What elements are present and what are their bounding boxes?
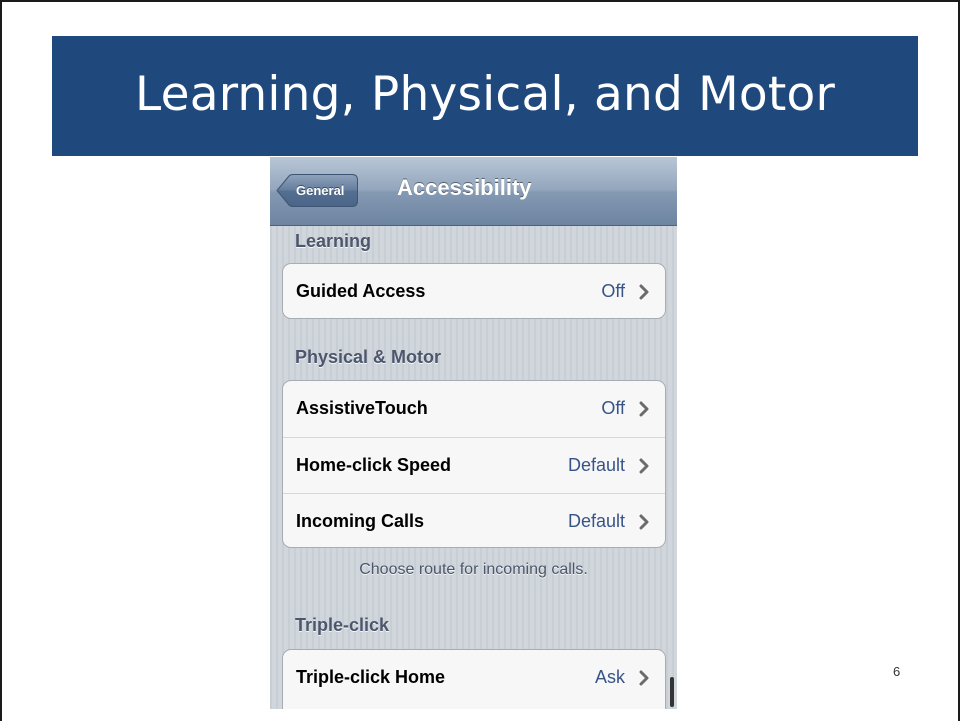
group-learning: Guided Access Off: [282, 263, 666, 319]
page-number: 6: [893, 664, 901, 679]
row-value: Off: [601, 281, 625, 301]
section-footer-note: Choose route for incoming calls.: [359, 561, 588, 578]
section-header-learning: Learning: [295, 231, 372, 251]
row-home-click-speed[interactable]: Home-click Speed Default: [283, 437, 665, 493]
nav-title: Accessibility: [397, 175, 532, 200]
title-banner: Learning, Physical, and Motor: [52, 36, 918, 156]
row-triple-click-home[interactable]: Triple-click Home Ask: [283, 650, 665, 706]
back-button-label: General: [296, 183, 345, 198]
row-value: Ask: [594, 667, 625, 687]
slide: Learning, Physical, and Motor General Ac…: [0, 0, 960, 721]
navigation-bar: General Accessibility: [270, 157, 677, 226]
row-label: Incoming Calls: [296, 511, 425, 531]
scrollbar[interactable]: [670, 677, 674, 707]
chevron-right-icon: [639, 670, 649, 686]
row-label: Guided Access: [296, 281, 426, 301]
row-assistivetouch[interactable]: AssistiveTouch Off: [283, 381, 665, 437]
phone-screenshot: General Accessibility Learning Guided Ac…: [270, 157, 677, 709]
chevron-right-icon: [639, 514, 649, 530]
row-value: Off: [601, 398, 625, 418]
back-button-general[interactable]: General: [276, 174, 358, 207]
row-incoming-calls[interactable]: Incoming Calls Default: [283, 493, 665, 547]
section-header-triple-click: Triple-click: [295, 615, 390, 635]
row-label: Triple-click Home: [296, 667, 446, 687]
row-label: Home-click Speed: [296, 455, 452, 475]
row-value: Default: [567, 511, 625, 531]
chevron-right-icon: [639, 401, 649, 417]
row-label: AssistiveTouch: [296, 398, 428, 418]
chevron-right-icon: [639, 284, 649, 300]
slide-title: Learning, Physical, and Motor: [135, 66, 835, 122]
row-guided-access[interactable]: Guided Access Off: [283, 264, 665, 318]
group-physical-motor: AssistiveTouch Off Home-click Speed Defa…: [282, 380, 666, 548]
section-header-physical-motor: Physical & Motor: [295, 347, 442, 367]
group-triple-click: Triple-click Home Ask: [282, 649, 666, 709]
row-value: Default: [567, 455, 625, 475]
chevron-right-icon: [639, 458, 649, 474]
